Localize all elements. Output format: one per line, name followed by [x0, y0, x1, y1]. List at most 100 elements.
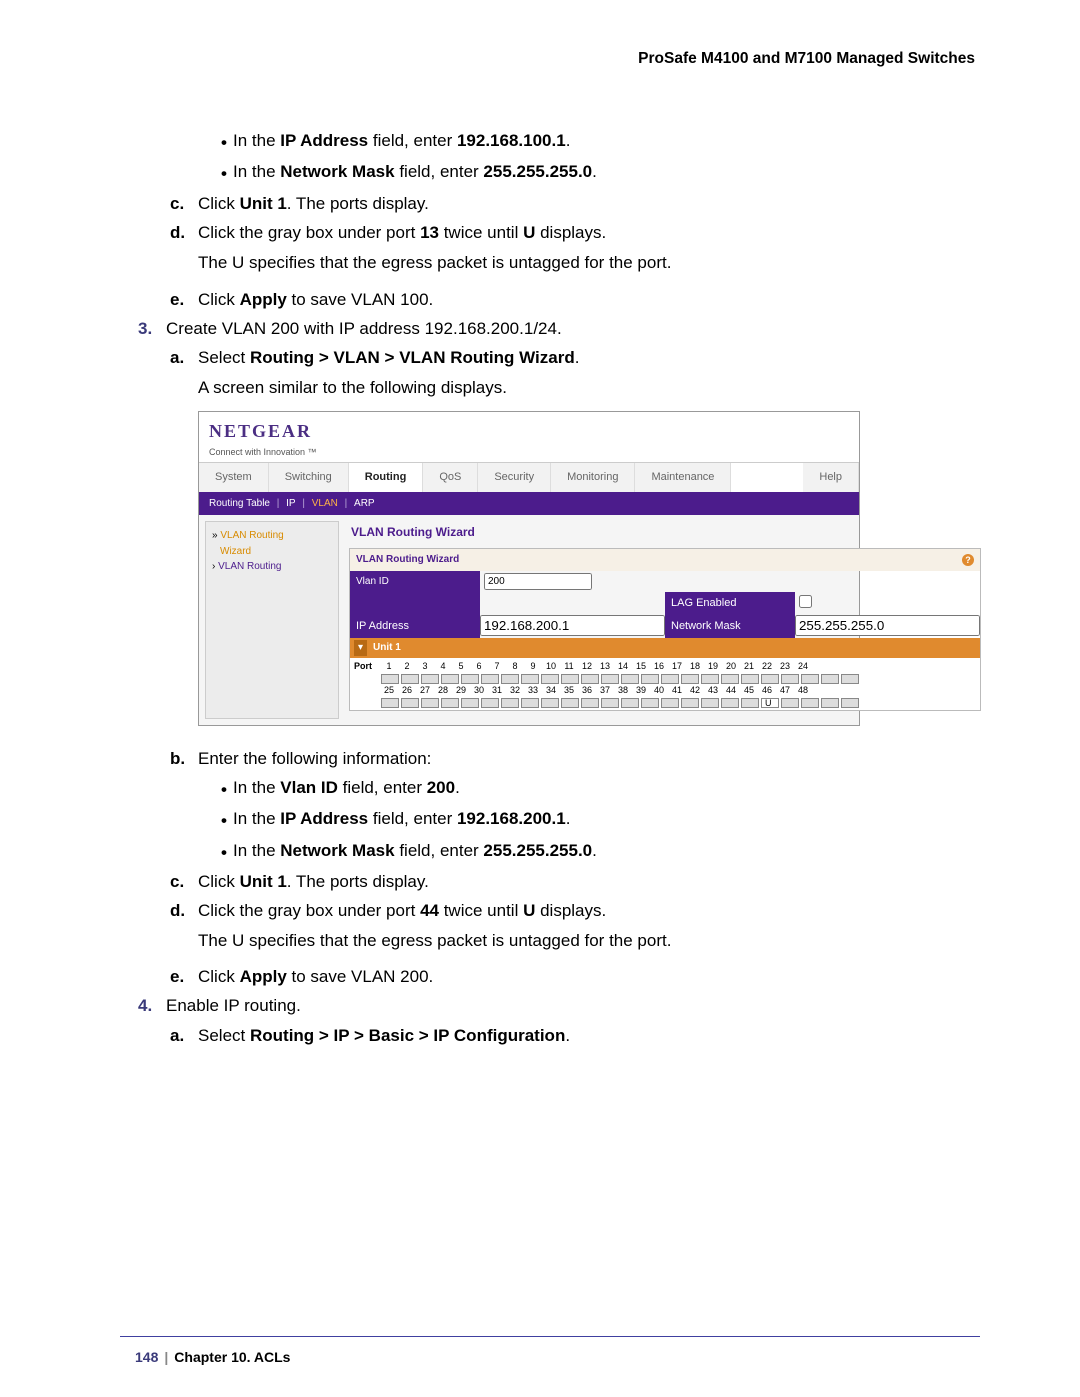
step-4a: a. Select Routing > IP > Basic > IP Conf… [170, 1023, 975, 1049]
sidebar: » VLAN Routing Wizard › VLAN Routing [205, 521, 339, 718]
tab-help[interactable]: Help [803, 463, 859, 492]
port-37[interactable] [621, 698, 639, 708]
step-c: c. Click Unit 1. The ports display. [170, 191, 975, 217]
port-7[interactable] [501, 674, 519, 684]
port-25[interactable] [381, 698, 399, 708]
port-35[interactable] [581, 698, 599, 708]
port-47[interactable] [821, 698, 839, 708]
step-3c: c. Click Unit 1. The ports display. [170, 869, 975, 895]
tab-routing[interactable]: Routing [349, 463, 424, 492]
port-27[interactable] [421, 698, 439, 708]
port-1[interactable] [381, 674, 399, 684]
port-45[interactable] [781, 698, 799, 708]
port-42[interactable] [721, 698, 739, 708]
mask-input[interactable] [795, 615, 980, 636]
port-44[interactable] [761, 698, 779, 708]
port-3[interactable] [421, 674, 439, 684]
port-6[interactable] [481, 674, 499, 684]
port-33[interactable] [541, 698, 559, 708]
port-24[interactable] [841, 674, 859, 684]
port-16[interactable] [681, 674, 699, 684]
port-32[interactable] [521, 698, 539, 708]
port-14[interactable] [641, 674, 659, 684]
vlan-id-label: Vlan ID [350, 571, 480, 593]
step-d-note: The U specifies that the egress packet i… [198, 250, 975, 276]
tab-switching[interactable]: Switching [269, 463, 349, 492]
port-36[interactable] [601, 698, 619, 708]
tab-monitoring[interactable]: Monitoring [551, 463, 635, 492]
port-19[interactable] [741, 674, 759, 684]
vlan-id-input[interactable] [484, 573, 592, 590]
port-22[interactable] [801, 674, 819, 684]
port-39[interactable] [661, 698, 679, 708]
bullet-mask-200: • In the Network Mask field, enter 255.2… [215, 838, 975, 866]
port-48[interactable] [841, 698, 859, 708]
doc-header: ProSafe M4100 and M7100 Managed Switches [105, 50, 975, 68]
port-17[interactable] [701, 674, 719, 684]
subnav-arp[interactable]: ARP [354, 498, 375, 509]
port-31[interactable] [501, 698, 519, 708]
tab-qos[interactable]: QoS [423, 463, 478, 492]
mask-label: Network Mask [665, 615, 795, 638]
sub-nav: Routing Table | IP | VLAN | ARP [199, 492, 859, 516]
port-21[interactable] [781, 674, 799, 684]
port-20[interactable] [761, 674, 779, 684]
footer-rule [120, 1336, 980, 1337]
help-icon[interactable]: ? [962, 554, 974, 566]
subnav-vlan[interactable]: VLAN [312, 498, 338, 509]
step-3d-note: The U specifies that the egress packet i… [198, 928, 975, 954]
port-2[interactable] [401, 674, 419, 684]
step-3d: d. Click the gray box under port 44 twic… [170, 898, 975, 924]
step-3: 3. Create VLAN 200 with IP address 192.1… [138, 316, 975, 342]
port-5[interactable] [461, 674, 479, 684]
bullet-ip-100: • In the IP Address field, enter 192.168… [215, 128, 975, 156]
main-tabs: SystemSwitchingRoutingQoSSecurityMonitor… [199, 462, 859, 492]
port-18[interactable] [721, 674, 739, 684]
port-41[interactable] [701, 698, 719, 708]
port-28[interactable] [441, 698, 459, 708]
footer: 148|Chapter 10. ACLs [135, 1349, 290, 1365]
bullet-vlanid-200: • In the Vlan ID field, enter 200. [215, 775, 975, 803]
panel-title: VLAN Routing Wizard [351, 523, 981, 542]
step-3b: b. Enter the following information: [170, 746, 975, 772]
port-13[interactable] [621, 674, 639, 684]
netgear-tagline: Connect with Innovation ™ [209, 446, 849, 460]
port-26[interactable] [401, 698, 419, 708]
doc-body: • In the IP Address field, enter 192.168… [105, 128, 975, 1049]
ip-label: IP Address [350, 615, 480, 638]
lag-checkbox[interactable] [799, 595, 812, 608]
port-8[interactable] [521, 674, 539, 684]
tab-system[interactable]: System [199, 463, 269, 492]
netgear-logo: NETGEAR [209, 418, 849, 446]
subnav-routing-table[interactable]: Routing Table [209, 498, 270, 509]
port-11[interactable] [581, 674, 599, 684]
bullet-mask-100: • In the Network Mask field, enter 255.2… [215, 159, 975, 187]
port-23[interactable] [821, 674, 839, 684]
step-3a: a. Select Routing > VLAN > VLAN Routing … [170, 345, 975, 371]
port-15[interactable] [661, 674, 679, 684]
step-e: e. Click Apply to save VLAN 100. [170, 287, 975, 313]
port-40[interactable] [681, 698, 699, 708]
port-38[interactable] [641, 698, 659, 708]
ip-input[interactable] [480, 615, 665, 636]
port-10[interactable] [561, 674, 579, 684]
port-46[interactable] [801, 698, 819, 708]
bullet-ip-200: • In the IP Address field, enter 192.168… [215, 806, 975, 834]
port-9[interactable] [541, 674, 559, 684]
step-3e: e. Click Apply to save VLAN 200. [170, 964, 975, 990]
unit-toggle[interactable]: Unit 1 [373, 640, 401, 656]
port-29[interactable] [461, 698, 479, 708]
port-43[interactable] [741, 698, 759, 708]
tab-maintenance[interactable]: Maintenance [635, 463, 731, 492]
subnav-ip[interactable]: IP [286, 498, 295, 509]
port-4[interactable] [441, 674, 459, 684]
tab-security[interactable]: Security [478, 463, 551, 492]
port-34[interactable] [561, 698, 579, 708]
port-30[interactable] [481, 698, 499, 708]
port-12[interactable] [601, 674, 619, 684]
box-title: VLAN Routing Wizard [356, 552, 459, 568]
step-4: 4. Enable IP routing. [138, 993, 975, 1019]
lag-label: LAG Enabled [665, 592, 795, 615]
step-d: d. Click the gray box under port 13 twic… [170, 220, 975, 246]
step-3a-note: A screen similar to the following displa… [198, 375, 975, 401]
